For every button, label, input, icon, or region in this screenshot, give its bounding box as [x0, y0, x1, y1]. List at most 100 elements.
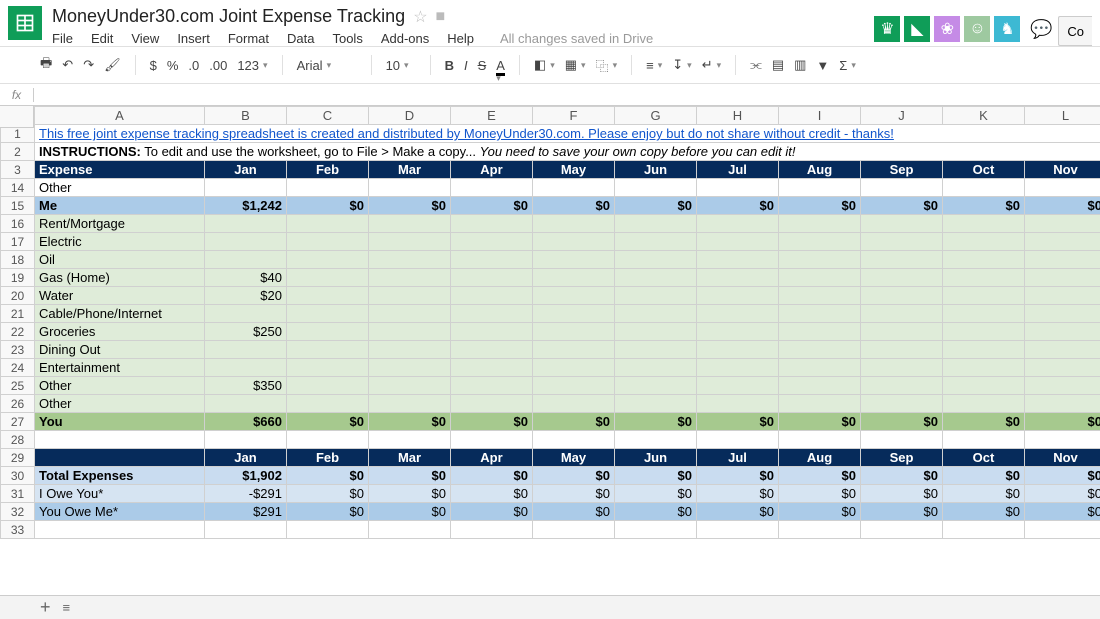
cell[interactable]: [287, 179, 369, 197]
cell[interactable]: $291: [205, 503, 287, 521]
cell[interactable]: [451, 341, 533, 359]
cell[interactable]: [697, 341, 779, 359]
col-header-B[interactable]: B: [205, 107, 287, 125]
menu-format[interactable]: Format: [228, 31, 269, 46]
cell[interactable]: [861, 521, 943, 539]
undo-icon[interactable]: ↶: [62, 57, 73, 73]
cell[interactable]: [451, 359, 533, 377]
menu-view[interactable]: View: [131, 31, 159, 46]
cell[interactable]: [533, 305, 615, 323]
cell[interactable]: $0: [615, 503, 697, 521]
cell[interactable]: $0: [1025, 503, 1100, 521]
summary-spacer[interactable]: [35, 449, 205, 467]
month-header[interactable]: Nov: [1025, 161, 1100, 179]
italic-button[interactable]: I: [464, 58, 468, 73]
row-header-19[interactable]: 19: [1, 269, 35, 287]
cell[interactable]: [533, 251, 615, 269]
cell[interactable]: [1025, 395, 1100, 413]
menu-insert[interactable]: Insert: [177, 31, 210, 46]
cell[interactable]: [1025, 521, 1100, 539]
cell[interactable]: [287, 215, 369, 233]
row-header-26[interactable]: 26: [1, 395, 35, 413]
cell[interactable]: [451, 287, 533, 305]
cell[interactable]: [1025, 251, 1100, 269]
folder-icon[interactable]: ■: [436, 8, 446, 26]
cell[interactable]: [943, 179, 1025, 197]
cell[interactable]: $0: [943, 467, 1025, 485]
expense-label[interactable]: Groceries: [35, 323, 205, 341]
cell[interactable]: $0: [697, 197, 779, 215]
cell[interactable]: $0: [1025, 197, 1100, 215]
insert-comment-icon[interactable]: ▤: [772, 57, 784, 73]
cell[interactable]: [943, 341, 1025, 359]
cell[interactable]: [615, 521, 697, 539]
cell[interactable]: [861, 215, 943, 233]
cell[interactable]: [451, 305, 533, 323]
cell[interactable]: $0: [943, 197, 1025, 215]
collab-avatar-5[interactable]: ♞: [994, 16, 1020, 42]
cell[interactable]: [533, 179, 615, 197]
cell[interactable]: $1,242: [205, 197, 287, 215]
cell[interactable]: [451, 269, 533, 287]
summary-label[interactable]: Total Expenses: [35, 467, 205, 485]
cell[interactable]: [697, 233, 779, 251]
cell[interactable]: [697, 251, 779, 269]
cell[interactable]: [1025, 431, 1100, 449]
month-header[interactable]: Jun: [615, 161, 697, 179]
expense-label[interactable]: Cable/Phone/Internet: [35, 305, 205, 323]
cell[interactable]: $0: [1025, 467, 1100, 485]
cell[interactable]: [779, 251, 861, 269]
cell[interactable]: [943, 431, 1025, 449]
cell[interactable]: [533, 521, 615, 539]
cell[interactable]: [287, 269, 369, 287]
cell[interactable]: [697, 323, 779, 341]
expense-label[interactable]: Entertainment: [35, 359, 205, 377]
cell[interactable]: [1025, 359, 1100, 377]
expense-label[interactable]: Other: [35, 377, 205, 395]
menu-add-ons[interactable]: Add-ons: [381, 31, 429, 46]
cell[interactable]: $0: [369, 197, 451, 215]
menu-help[interactable]: Help: [447, 31, 474, 46]
cell[interactable]: [779, 269, 861, 287]
month-header[interactable]: Apr: [451, 449, 533, 467]
cell[interactable]: [533, 287, 615, 305]
expense-label[interactable]: Dining Out: [35, 341, 205, 359]
cell[interactable]: [861, 359, 943, 377]
cell[interactable]: [451, 215, 533, 233]
cell[interactable]: [451, 431, 533, 449]
cell[interactable]: [451, 395, 533, 413]
text-wrap-button[interactable]: ↵: [702, 57, 721, 73]
cell[interactable]: [615, 179, 697, 197]
cell[interactable]: [943, 323, 1025, 341]
cell[interactable]: [779, 179, 861, 197]
cell[interactable]: $0: [779, 503, 861, 521]
col-header-G[interactable]: G: [615, 107, 697, 125]
cell[interactable]: [697, 287, 779, 305]
row-header-22[interactable]: 22: [1, 323, 35, 341]
month-header[interactable]: Sep: [861, 449, 943, 467]
select-all-corner[interactable]: [0, 106, 34, 128]
row-header-18[interactable]: 18: [1, 251, 35, 269]
cell[interactable]: [205, 395, 287, 413]
cell[interactable]: [861, 251, 943, 269]
cell[interactable]: [779, 395, 861, 413]
cell[interactable]: $660: [205, 413, 287, 431]
cell[interactable]: $0: [451, 503, 533, 521]
cell[interactable]: $0: [533, 413, 615, 431]
cell[interactable]: [943, 305, 1025, 323]
chat-icon[interactable]: 💬: [1028, 16, 1054, 42]
add-sheet-button[interactable]: +: [40, 597, 51, 618]
cell[interactable]: [369, 179, 451, 197]
cell[interactable]: [615, 341, 697, 359]
cell[interactable]: [205, 341, 287, 359]
cell[interactable]: [779, 359, 861, 377]
cell[interactable]: [451, 323, 533, 341]
row-header-20[interactable]: 20: [1, 287, 35, 305]
cell[interactable]: $0: [533, 197, 615, 215]
cell[interactable]: [369, 431, 451, 449]
cell[interactable]: [1025, 215, 1100, 233]
cell[interactable]: $0: [779, 197, 861, 215]
cell[interactable]: [369, 305, 451, 323]
number-format-dropdown[interactable]: 123: [237, 58, 267, 73]
cell[interactable]: $0: [861, 197, 943, 215]
